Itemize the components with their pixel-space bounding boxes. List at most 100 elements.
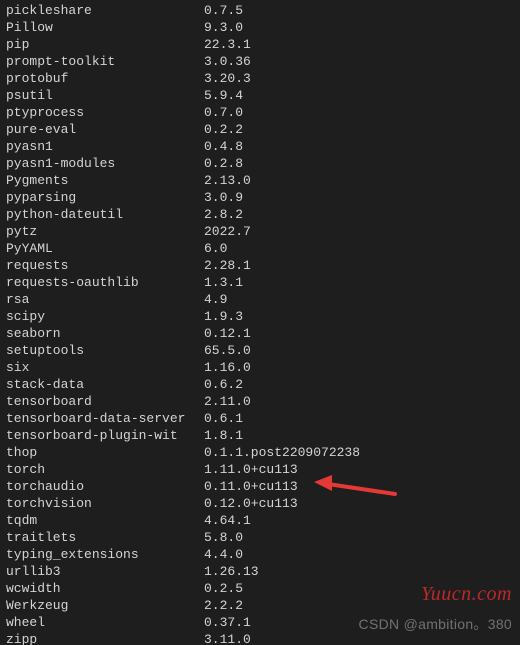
package-row: tensorboard-data-server0.6.1 bbox=[6, 410, 514, 427]
package-version: 2.13.0 bbox=[204, 172, 514, 189]
package-version: 5.8.0 bbox=[204, 529, 514, 546]
package-name: urllib3 bbox=[6, 563, 204, 580]
package-version: 0.4.8 bbox=[204, 138, 514, 155]
package-name: torch bbox=[6, 461, 204, 478]
package-name: pickleshare bbox=[6, 2, 204, 19]
package-name: torchaudio bbox=[6, 478, 204, 495]
package-name: tensorboard-plugin-wit bbox=[6, 427, 204, 444]
package-row: PyYAML6.0 bbox=[6, 240, 514, 257]
package-row: torchvision0.12.0+cu113 bbox=[6, 495, 514, 512]
package-version: 0.2.2 bbox=[204, 121, 514, 138]
package-row: Werkzeug2.2.2 bbox=[6, 597, 514, 614]
package-version: 3.0.36 bbox=[204, 53, 514, 70]
package-row: wheel0.37.1 bbox=[6, 614, 514, 631]
package-name: pip bbox=[6, 36, 204, 53]
package-name: scipy bbox=[6, 308, 204, 325]
package-version: 1.9.3 bbox=[204, 308, 514, 325]
package-row: requests2.28.1 bbox=[6, 257, 514, 274]
package-name: pure-eval bbox=[6, 121, 204, 138]
package-row: traitlets5.8.0 bbox=[6, 529, 514, 546]
package-name: protobuf bbox=[6, 70, 204, 87]
package-version: 4.9 bbox=[204, 291, 514, 308]
package-version: 9.3.0 bbox=[204, 19, 514, 36]
package-row: tensorboard2.11.0 bbox=[6, 393, 514, 410]
package-row: thop0.1.1.post2209072238 bbox=[6, 444, 514, 461]
package-name: psutil bbox=[6, 87, 204, 104]
package-name: rsa bbox=[6, 291, 204, 308]
package-version: 2022.7 bbox=[204, 223, 514, 240]
package-version: 1.3.1 bbox=[204, 274, 514, 291]
package-name: requests-oauthlib bbox=[6, 274, 204, 291]
package-name: typing_extensions bbox=[6, 546, 204, 563]
package-version: 1.16.0 bbox=[204, 359, 514, 376]
package-name: stack-data bbox=[6, 376, 204, 393]
package-row: pytz2022.7 bbox=[6, 223, 514, 240]
package-name: pyasn1 bbox=[6, 138, 204, 155]
package-version: 22.3.1 bbox=[204, 36, 514, 53]
package-version: 5.9.4 bbox=[204, 87, 514, 104]
package-row: requests-oauthlib1.3.1 bbox=[6, 274, 514, 291]
package-row: tensorboard-plugin-wit1.8.1 bbox=[6, 427, 514, 444]
package-version: 3.20.3 bbox=[204, 70, 514, 87]
package-row: pickleshare0.7.5 bbox=[6, 2, 514, 19]
package-row: rsa4.9 bbox=[6, 291, 514, 308]
package-row: ptyprocess0.7.0 bbox=[6, 104, 514, 121]
package-row: Pygments2.13.0 bbox=[6, 172, 514, 189]
package-name: tensorboard-data-server bbox=[6, 410, 204, 427]
package-version: 0.12.1 bbox=[204, 325, 514, 342]
package-name: thop bbox=[6, 444, 204, 461]
package-version: 2.2.2 bbox=[204, 597, 514, 614]
package-version: 0.6.1 bbox=[204, 410, 514, 427]
package-row: prompt-toolkit3.0.36 bbox=[6, 53, 514, 70]
package-row: tqdm4.64.1 bbox=[6, 512, 514, 529]
package-row: six1.16.0 bbox=[6, 359, 514, 376]
package-row: pyasn1-modules0.2.8 bbox=[6, 155, 514, 172]
package-row: torchaudio0.11.0+cu113 bbox=[6, 478, 514, 495]
package-version: 2.11.0 bbox=[204, 393, 514, 410]
package-name: requests bbox=[6, 257, 204, 274]
package-row: python-dateutil2.8.2 bbox=[6, 206, 514, 223]
package-name: pyparsing bbox=[6, 189, 204, 206]
package-row: pure-eval0.2.2 bbox=[6, 121, 514, 138]
package-name: zipp bbox=[6, 631, 204, 645]
package-name: Pygments bbox=[6, 172, 204, 189]
package-row: pyasn10.4.8 bbox=[6, 138, 514, 155]
package-name: seaborn bbox=[6, 325, 204, 342]
package-version: 1.11.0+cu113 bbox=[204, 461, 514, 478]
package-version: 3.0.9 bbox=[204, 189, 514, 206]
package-name: PyYAML bbox=[6, 240, 204, 257]
package-version: 0.2.8 bbox=[204, 155, 514, 172]
package-version: 65.5.0 bbox=[204, 342, 514, 359]
package-version: 3.11.0 bbox=[204, 631, 514, 645]
package-row: urllib31.26.13 bbox=[6, 563, 514, 580]
package-name: python-dateutil bbox=[6, 206, 204, 223]
package-row: scipy1.9.3 bbox=[6, 308, 514, 325]
package-version: 0.6.2 bbox=[204, 376, 514, 393]
package-version: 6.0 bbox=[204, 240, 514, 257]
package-row: typing_extensions4.4.0 bbox=[6, 546, 514, 563]
package-version: 1.8.1 bbox=[204, 427, 514, 444]
package-version: 0.7.0 bbox=[204, 104, 514, 121]
package-name: pyasn1-modules bbox=[6, 155, 204, 172]
package-row: wcwidth0.2.5 bbox=[6, 580, 514, 597]
package-name: wheel bbox=[6, 614, 204, 631]
package-version: 0.7.5 bbox=[204, 2, 514, 19]
package-version: 4.4.0 bbox=[204, 546, 514, 563]
package-name: six bbox=[6, 359, 204, 376]
package-name: Pillow bbox=[6, 19, 204, 36]
package-name: traitlets bbox=[6, 529, 204, 546]
package-name: setuptools bbox=[6, 342, 204, 359]
package-name: torchvision bbox=[6, 495, 204, 512]
package-row: zipp3.11.0 bbox=[6, 631, 514, 645]
package-name: wcwidth bbox=[6, 580, 204, 597]
package-row: setuptools65.5.0 bbox=[6, 342, 514, 359]
package-version: 0.2.5 bbox=[204, 580, 514, 597]
package-version: 2.8.2 bbox=[204, 206, 514, 223]
package-name: prompt-toolkit bbox=[6, 53, 204, 70]
package-version: 0.1.1.post2209072238 bbox=[204, 444, 514, 461]
package-row: stack-data0.6.2 bbox=[6, 376, 514, 393]
package-version: 2.28.1 bbox=[204, 257, 514, 274]
terminal-output: pickleshare0.7.5Pillow9.3.0pip22.3.1prom… bbox=[0, 0, 520, 645]
package-row: torch1.11.0+cu113 bbox=[6, 461, 514, 478]
package-version: 4.64.1 bbox=[204, 512, 514, 529]
